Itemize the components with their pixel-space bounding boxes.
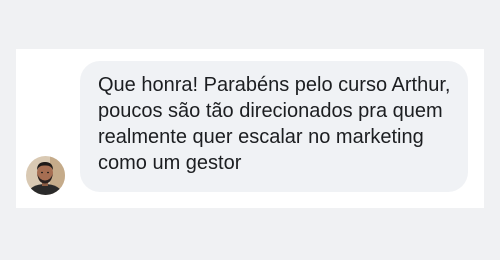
- comment-text: Que honra! Parabéns pelo curso Arthur, p…: [98, 74, 451, 174]
- comment-bubble: Que honra! Parabéns pelo curso Arthur, p…: [80, 61, 468, 192]
- avatar[interactable]: [26, 156, 65, 195]
- user-avatar-icon: [26, 156, 65, 195]
- comment-card: Que honra! Parabéns pelo curso Arthur, p…: [16, 49, 484, 208]
